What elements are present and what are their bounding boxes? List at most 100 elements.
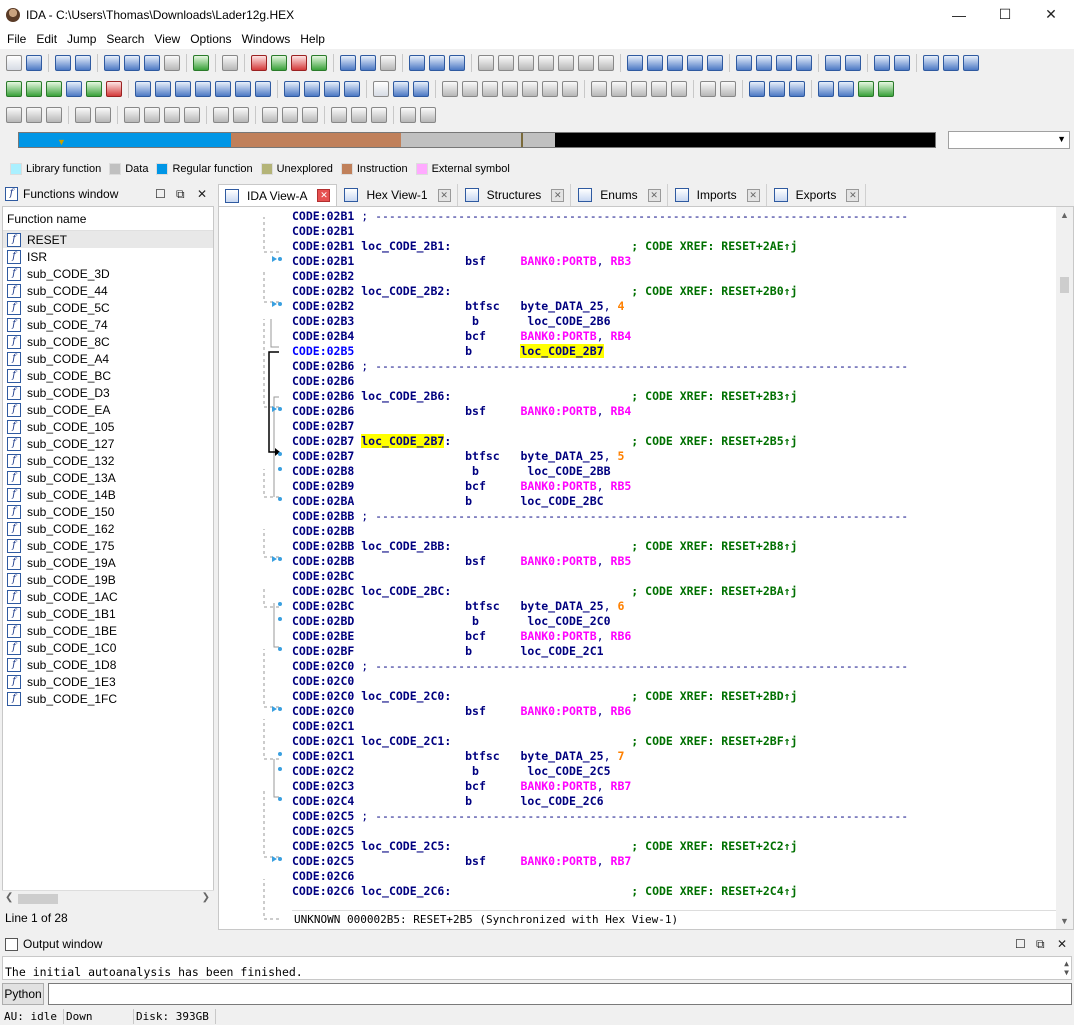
code-line[interactable]: CODE:02B7 btfsc byte_DATA_25, 5 <box>292 449 1056 464</box>
toolbar-button-icon[interactable] <box>106 81 122 97</box>
address[interactable]: CODE:02B1 <box>292 209 354 223</box>
menu-jump[interactable]: Jump <box>62 32 101 46</box>
output-scroll-icon[interactable]: ▲ ▼ <box>1064 959 1069 977</box>
address[interactable]: CODE:02C5 <box>292 854 354 868</box>
code-label[interactable]: loc_CODE_2B1 <box>361 239 444 253</box>
toolbar-button-icon[interactable] <box>409 55 425 71</box>
menu-windows[interactable]: Windows <box>237 32 296 46</box>
toolbar-button-icon[interactable] <box>894 55 910 71</box>
close-icon[interactable]: ✕ <box>197 187 207 201</box>
function-row[interactable]: f sub_CODE_1E3 <box>3 673 213 690</box>
code-line[interactable]: CODE:02C5 loc_CODE_2C5: ; CODE XREF: RES… <box>292 839 1056 854</box>
toolbar-button-icon[interactable] <box>104 55 120 71</box>
scroll-left-icon[interactable]: ❮ <box>5 892 13 903</box>
scroll-right-icon[interactable]: ❯ <box>202 892 210 903</box>
menu-help[interactable]: Help <box>295 32 330 46</box>
xref-comment[interactable]: ; CODE XREF: RESET+2B0↑j <box>631 284 797 298</box>
toolbar-button-icon[interactable] <box>324 81 340 97</box>
mnemonic[interactable]: bcf <box>465 329 520 343</box>
toolbar-button-icon[interactable] <box>631 81 647 97</box>
navigation-band[interactable]: ▼ <box>18 132 936 148</box>
toolbar-button-icon[interactable] <box>478 55 494 71</box>
toolbar-button-icon[interactable] <box>26 107 42 123</box>
toolbar-button-icon[interactable] <box>769 81 785 97</box>
disassembly-vertical-scrollbar[interactable]: ▲ ▼ <box>1056 207 1073 929</box>
function-row[interactable]: f sub_CODE_1B1 <box>3 605 213 622</box>
xref-comment[interactable]: ; CODE XREF: RESET+2BF↑j <box>631 734 797 748</box>
code-line[interactable]: CODE:02C0 <box>292 674 1056 689</box>
address[interactable]: CODE:02B2 <box>292 299 354 313</box>
menu-edit[interactable]: Edit <box>31 32 62 46</box>
mnemonic[interactable]: b <box>465 794 520 808</box>
mnemonic[interactable]: bsf <box>465 554 520 568</box>
toolbar-button-icon[interactable] <box>818 81 834 97</box>
operand[interactable]: , <box>604 749 618 763</box>
disassembly-listing[interactable]: CODE:02B1 ; ----------------------------… <box>292 209 1056 909</box>
operand[interactable]: loc_CODE_2C0 <box>520 614 610 628</box>
toolbar-button-icon[interactable] <box>144 107 160 123</box>
scrollbar-thumb[interactable] <box>1060 277 1069 293</box>
function-row[interactable]: f sub_CODE_127 <box>3 435 213 452</box>
function-row[interactable]: f sub_CODE_D3 <box>3 384 213 401</box>
code-line[interactable]: CODE:02C5 <box>292 824 1056 839</box>
toolbar-button-icon[interactable] <box>963 55 979 71</box>
function-row[interactable]: f sub_CODE_A4 <box>3 350 213 367</box>
close-icon[interactable]: ✕ <box>551 188 565 202</box>
operand[interactable]: loc_CODE_2B6 <box>520 314 610 328</box>
mnemonic[interactable]: btfsc <box>465 299 520 313</box>
address[interactable]: CODE:02C4 <box>292 794 354 808</box>
toolbar-button-icon[interactable] <box>373 81 389 97</box>
operand[interactable]: , <box>597 704 611 718</box>
toolbar-button-icon[interactable] <box>175 81 191 97</box>
toolbar-button-icon[interactable] <box>562 81 578 97</box>
toolbar-button-icon[interactable] <box>700 81 716 97</box>
address[interactable]: CODE:02BA <box>292 494 354 508</box>
toolbar-button-icon[interactable] <box>482 81 498 97</box>
operand[interactable]: RB4 <box>611 404 632 418</box>
toolbar-button-icon[interactable] <box>144 55 160 71</box>
address[interactable]: CODE:02B2 <box>292 269 354 283</box>
address[interactable]: CODE:02C0 <box>292 704 354 718</box>
address[interactable]: CODE:02BD <box>292 614 354 628</box>
toolbar-button-icon[interactable] <box>498 55 514 71</box>
address[interactable]: CODE:02C6 <box>292 884 354 898</box>
toolbar-button-icon[interactable] <box>262 107 278 123</box>
toolbar-button-icon[interactable] <box>26 55 42 71</box>
toolbar-button-icon[interactable] <box>400 107 416 123</box>
toolbar-button-icon[interactable] <box>707 55 723 71</box>
code-line[interactable]: CODE:02C5 ; ----------------------------… <box>292 809 1056 824</box>
code-line[interactable]: CODE:02BB ; ----------------------------… <box>292 509 1056 524</box>
address[interactable]: CODE:02B6 <box>292 374 354 388</box>
menu-options[interactable]: Options <box>185 32 236 46</box>
code-line[interactable]: CODE:02C6 <box>292 869 1056 884</box>
code-label[interactable]: loc_CODE_2BC <box>361 584 444 598</box>
operand[interactable]: loc_CODE_2C6 <box>520 794 603 808</box>
code-label[interactable]: loc_CODE_2C5 <box>361 839 444 853</box>
xref-comment[interactable]: ; CODE XREF: RESET+2C4↑j <box>631 884 797 898</box>
toolbar-button-icon[interactable] <box>235 81 251 97</box>
function-row[interactable]: f sub_CODE_132 <box>3 452 213 469</box>
toolbar-button-icon[interactable] <box>155 81 171 97</box>
code-line[interactable]: CODE:02B7 loc_CODE_2B7: ; CODE XREF: RES… <box>292 434 1056 449</box>
toolbar-button-icon[interactable] <box>302 107 318 123</box>
code-label[interactable]: loc_CODE_2C6 <box>361 884 444 898</box>
toolbar-button-icon[interactable] <box>647 55 663 71</box>
code-line[interactable]: CODE:02B8 b loc_CODE_2BB <box>292 464 1056 479</box>
toolbar-button-icon[interactable] <box>502 81 518 97</box>
toolbar-button-icon[interactable] <box>284 81 300 97</box>
mnemonic[interactable]: b <box>465 464 520 478</box>
toolbar-button-icon[interactable] <box>255 81 271 97</box>
address[interactable]: CODE:02C2 <box>292 764 354 778</box>
code-line[interactable]: CODE:02BB loc_CODE_2BB: ; CODE XREF: RES… <box>292 539 1056 554</box>
operand[interactable]: BANK0:PORTB <box>520 854 596 868</box>
address[interactable]: CODE:02B1 <box>292 224 354 238</box>
toolbar-button-icon[interactable] <box>184 107 200 123</box>
operand[interactable]: , <box>597 329 611 343</box>
label-colon[interactable]: : <box>444 239 451 253</box>
operand[interactable]: loc_CODE_2C1 <box>520 644 603 658</box>
code-label[interactable]: loc_CODE_2B6 <box>361 389 444 403</box>
code-line[interactable]: CODE:02B2 btfsc byte_DATA_25, 4 <box>292 299 1056 314</box>
toolbar-button-icon[interactable] <box>874 55 890 71</box>
mnemonic[interactable]: b <box>465 494 520 508</box>
toolbar-button-icon[interactable] <box>858 81 874 97</box>
